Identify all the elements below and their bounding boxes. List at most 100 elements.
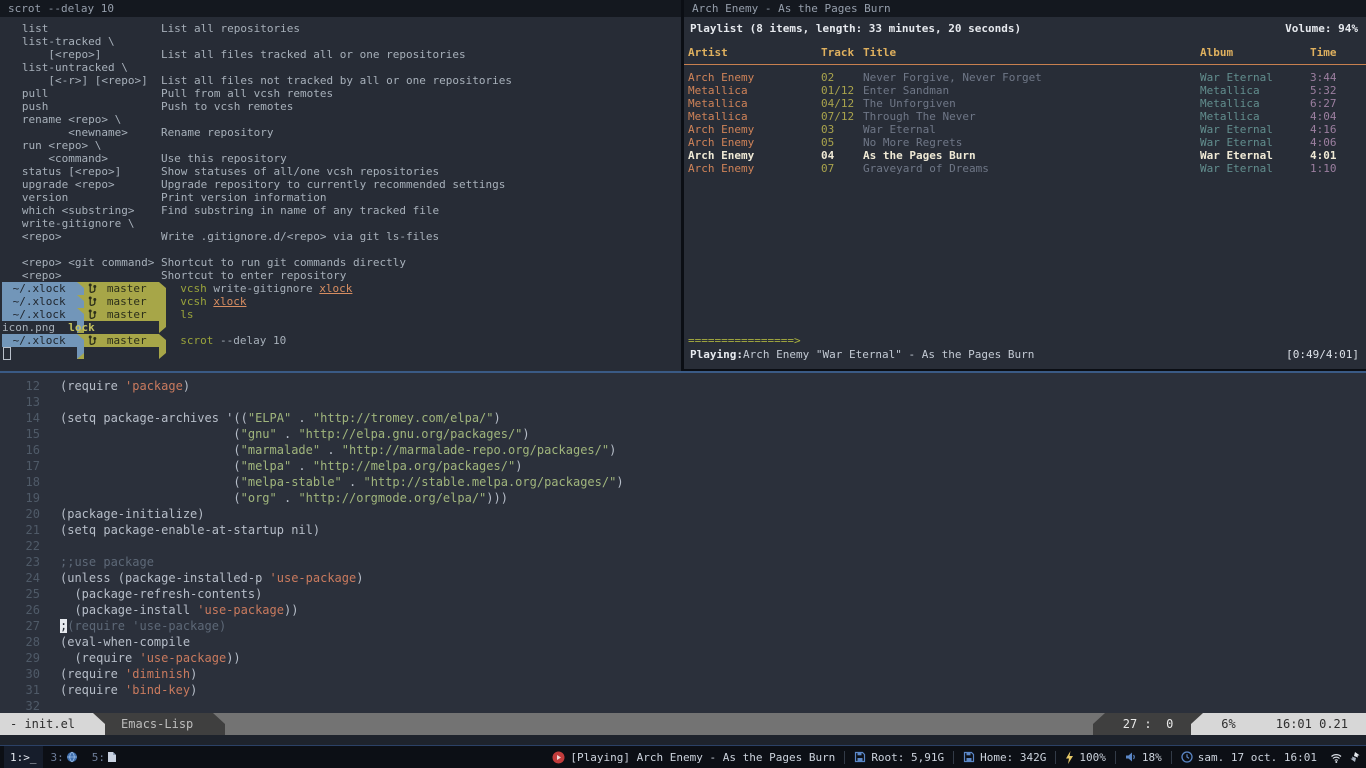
command-text xyxy=(207,295,214,308)
playlist: Arch Enemy02Never Forgive, Never ForgetW… xyxy=(684,71,1366,175)
code-line[interactable]: 25 (package-refresh-contents) xyxy=(0,586,1366,602)
line-number: 26 xyxy=(0,602,40,618)
code-line[interactable]: 14(setq package-archives '(("ELPA" . "ht… xyxy=(0,410,1366,426)
workspace-button-5[interactable]: 5: xyxy=(86,746,123,768)
playlist-row[interactable]: Arch Enemy05No More RegretsWar Eternal4:… xyxy=(684,136,1366,149)
clock-icon xyxy=(1181,751,1193,763)
cell-artist: Arch Enemy xyxy=(688,162,821,175)
code-token: ( xyxy=(60,459,241,473)
code-token: (package-initialize) xyxy=(60,507,205,521)
code-line[interactable]: 17 ("melpa" . "http://melpa.org/packages… xyxy=(0,458,1366,474)
emacs-modeline: - init.el Emacs-Lisp 27 : 0 6% 16:01 0.2… xyxy=(0,713,1366,735)
now-playing-block[interactable]: [Playing] Arch Enemy - As the Pages Burn xyxy=(543,746,844,768)
symbol-token: 'use-package xyxy=(197,603,284,617)
clock-block[interactable]: sam. 17 oct. 16:01 xyxy=(1172,746,1326,768)
terminal-line: write-gitignore \ xyxy=(2,217,681,230)
modeline-filler xyxy=(225,713,1092,735)
string-token: "marmalade" xyxy=(241,443,320,457)
code-line[interactable]: 24(unless (package-installed-p 'use-pack… xyxy=(0,570,1366,586)
playlist-row[interactable]: Arch Enemy03War EternalWar Eternal4:16 xyxy=(684,123,1366,136)
editor-buffer[interactable]: 12(require 'package)1314(setq package-ar… xyxy=(0,373,1366,713)
root-disk-block[interactable]: Root: 5,91G xyxy=(845,746,953,768)
code-token: . xyxy=(342,475,364,489)
code-token: ) xyxy=(616,475,623,489)
line-number: 25 xyxy=(0,586,40,602)
playlist-row-playing[interactable]: Arch Enemy04As the Pages BurnWar Eternal… xyxy=(684,149,1366,162)
column-artist: Artist xyxy=(688,46,821,59)
cell-time: 4:04 xyxy=(1310,110,1360,123)
wifi-icon[interactable] xyxy=(1330,752,1343,763)
code-line[interactable]: 30(require 'diminish) xyxy=(0,666,1366,682)
code-line[interactable]: 27;(require 'use-package) xyxy=(0,618,1366,634)
sync-arrows-icon[interactable] xyxy=(1349,751,1361,763)
line-number: 15 xyxy=(0,426,40,442)
symbol-token: 'use-package xyxy=(270,571,357,585)
workspace-button-3[interactable]: 3: xyxy=(45,746,84,768)
workspace-label: 1:>_ xyxy=(10,751,37,764)
prompt-git-branch: master xyxy=(84,282,159,295)
cell-album: War Eternal xyxy=(1200,136,1310,149)
terminal-line: upgrade <repo> Upgrade repository to cur… xyxy=(2,178,681,191)
code-line[interactable]: 12(require 'package) xyxy=(0,378,1366,394)
workspace-button-1[interactable]: 1:>_ xyxy=(4,746,43,768)
code-line[interactable]: 28(eval-when-compile xyxy=(0,634,1366,650)
comment-token: (require 'use-package) xyxy=(67,619,226,633)
powerline-arrow-icon xyxy=(159,308,166,333)
code-line[interactable]: 20 (package-initialize) xyxy=(0,506,1366,522)
volume-block[interactable]: 18% xyxy=(1116,746,1171,768)
code-token: )) xyxy=(226,651,240,665)
code-line[interactable]: 16 ("marmalade" . "http://marmalade-repo… xyxy=(0,442,1366,458)
playlist-empty-space xyxy=(684,175,1366,334)
line-number: 29 xyxy=(0,650,40,666)
code-line[interactable]: 31(require 'bind-key) xyxy=(0,682,1366,698)
code-line[interactable]: 13 xyxy=(0,394,1366,410)
symbol-token: 'diminish xyxy=(125,667,190,681)
terminal-line xyxy=(2,347,681,360)
playlist-row[interactable]: Arch Enemy07Graveyard of DreamsWar Etern… xyxy=(684,162,1366,175)
cell-title: No More Regrets xyxy=(863,136,1200,149)
code-line[interactable]: 21(setq package-enable-at-startup nil) xyxy=(0,522,1366,538)
code-line[interactable]: 19 ("org" . "http://orgmode.org/elpa/"))… xyxy=(0,490,1366,506)
playlist-row[interactable]: Metallica07/12Through The NeverMetallica… xyxy=(684,110,1366,123)
playlist-info: Playlist (8 items, length: 33 minutes, 2… xyxy=(690,22,1021,35)
string-token: "org" xyxy=(241,491,277,505)
terminal-line: [<-r>] [<repo>] List all files not track… xyxy=(2,74,681,87)
code-line[interactable]: 32 xyxy=(0,698,1366,713)
terminal-titlebar[interactable]: scrot --delay 10 xyxy=(0,0,681,17)
code-line[interactable]: 29 (require 'use-package)) xyxy=(0,650,1366,666)
system-tray xyxy=(1326,751,1366,763)
code-token: (package-install xyxy=(60,603,197,617)
line-number: 20 xyxy=(0,506,40,522)
code-token: (require xyxy=(60,683,125,697)
cell-time: 5:32 xyxy=(1310,84,1360,97)
line-number: 27 xyxy=(0,618,40,634)
header-divider xyxy=(684,64,1366,65)
playlist-row[interactable]: Metallica01/12Enter SandmanMetallica5:32 xyxy=(684,84,1366,97)
string-token: "http://marmalade-repo.org/packages/" xyxy=(342,443,609,457)
code-line[interactable]: 15 ("gnu" . "http://elpa.gnu.org/package… xyxy=(0,426,1366,442)
code-line[interactable]: 26 (package-install 'use-package)) xyxy=(0,602,1366,618)
code-token: ) xyxy=(190,667,197,681)
terminal-line: list-untracked \ xyxy=(2,61,681,74)
string-token: "melpa" xyxy=(241,459,292,473)
home-disk-block[interactable]: Home: 342G xyxy=(954,746,1055,768)
cell-artist: Arch Enemy xyxy=(688,123,821,136)
battery-block[interactable]: 100% xyxy=(1056,746,1115,768)
prompt-git-branch: master xyxy=(84,295,159,308)
cell-title: As the Pages Burn xyxy=(863,149,1200,162)
playlist-row[interactable]: Arch Enemy02Never Forgive, Never ForgetW… xyxy=(684,71,1366,84)
volume-indicator: Volume: 94% xyxy=(1285,22,1358,35)
string-token: "ELPA" xyxy=(248,411,291,425)
code-line[interactable]: 23;;use package xyxy=(0,554,1366,570)
terminal-title: scrot --delay 10 xyxy=(8,2,114,15)
command-text: xlock xyxy=(319,282,352,295)
code-line[interactable]: 22 xyxy=(0,538,1366,554)
string-token: "http://elpa.gnu.org/packages/" xyxy=(298,427,522,441)
code-line[interactable]: 18 ("melpa-stable" . "http://stable.melp… xyxy=(0,474,1366,490)
line-number: 30 xyxy=(0,666,40,682)
playlist-row[interactable]: Metallica04/12The UnforgivenMetallica6:2… xyxy=(684,97,1366,110)
player-titlebar[interactable]: Arch Enemy - As the Pages Burn xyxy=(684,0,1366,17)
terminal-content[interactable]: list List all repositories list-tracked … xyxy=(0,17,681,374)
terminal-line: pull Pull from all vcsh remotes xyxy=(2,87,681,100)
playback-progress-bar[interactable]: ================> xyxy=(684,334,1366,347)
